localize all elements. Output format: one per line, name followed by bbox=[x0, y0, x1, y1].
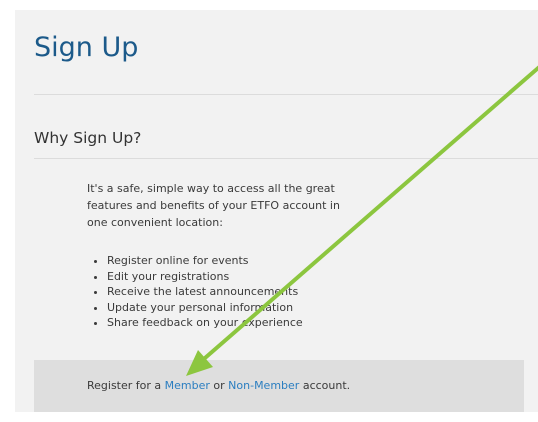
register-box: Register for a Member or Non-Member acco… bbox=[34, 360, 524, 412]
benefit-item: Update your personal information bbox=[107, 300, 303, 316]
signup-panel: Sign Up Why Sign Up? It's a safe, simple… bbox=[15, 10, 538, 412]
register-prefix: Register for a bbox=[87, 379, 162, 392]
non-member-link[interactable]: Non-Member bbox=[228, 379, 299, 392]
benefit-item: Edit your registrations bbox=[107, 269, 303, 285]
section-heading: Why Sign Up? bbox=[34, 129, 142, 147]
title-divider bbox=[34, 94, 538, 95]
intro-text: It's a safe, simple way to access all th… bbox=[87, 182, 340, 229]
page-title: Sign Up bbox=[34, 32, 139, 63]
benefit-item: Share feedback on your experience bbox=[107, 315, 303, 331]
benefit-item: Receive the latest announcements bbox=[107, 284, 303, 300]
register-text: Register for a Member or Non-Member acco… bbox=[87, 379, 350, 393]
section-divider bbox=[34, 158, 538, 159]
member-link[interactable]: Member bbox=[165, 379, 210, 392]
register-suffix: account. bbox=[302, 379, 351, 392]
benefits-list: Register online for events Edit your reg… bbox=[87, 253, 303, 331]
benefit-item: Register online for events bbox=[107, 253, 303, 269]
register-connector: or bbox=[213, 379, 225, 392]
